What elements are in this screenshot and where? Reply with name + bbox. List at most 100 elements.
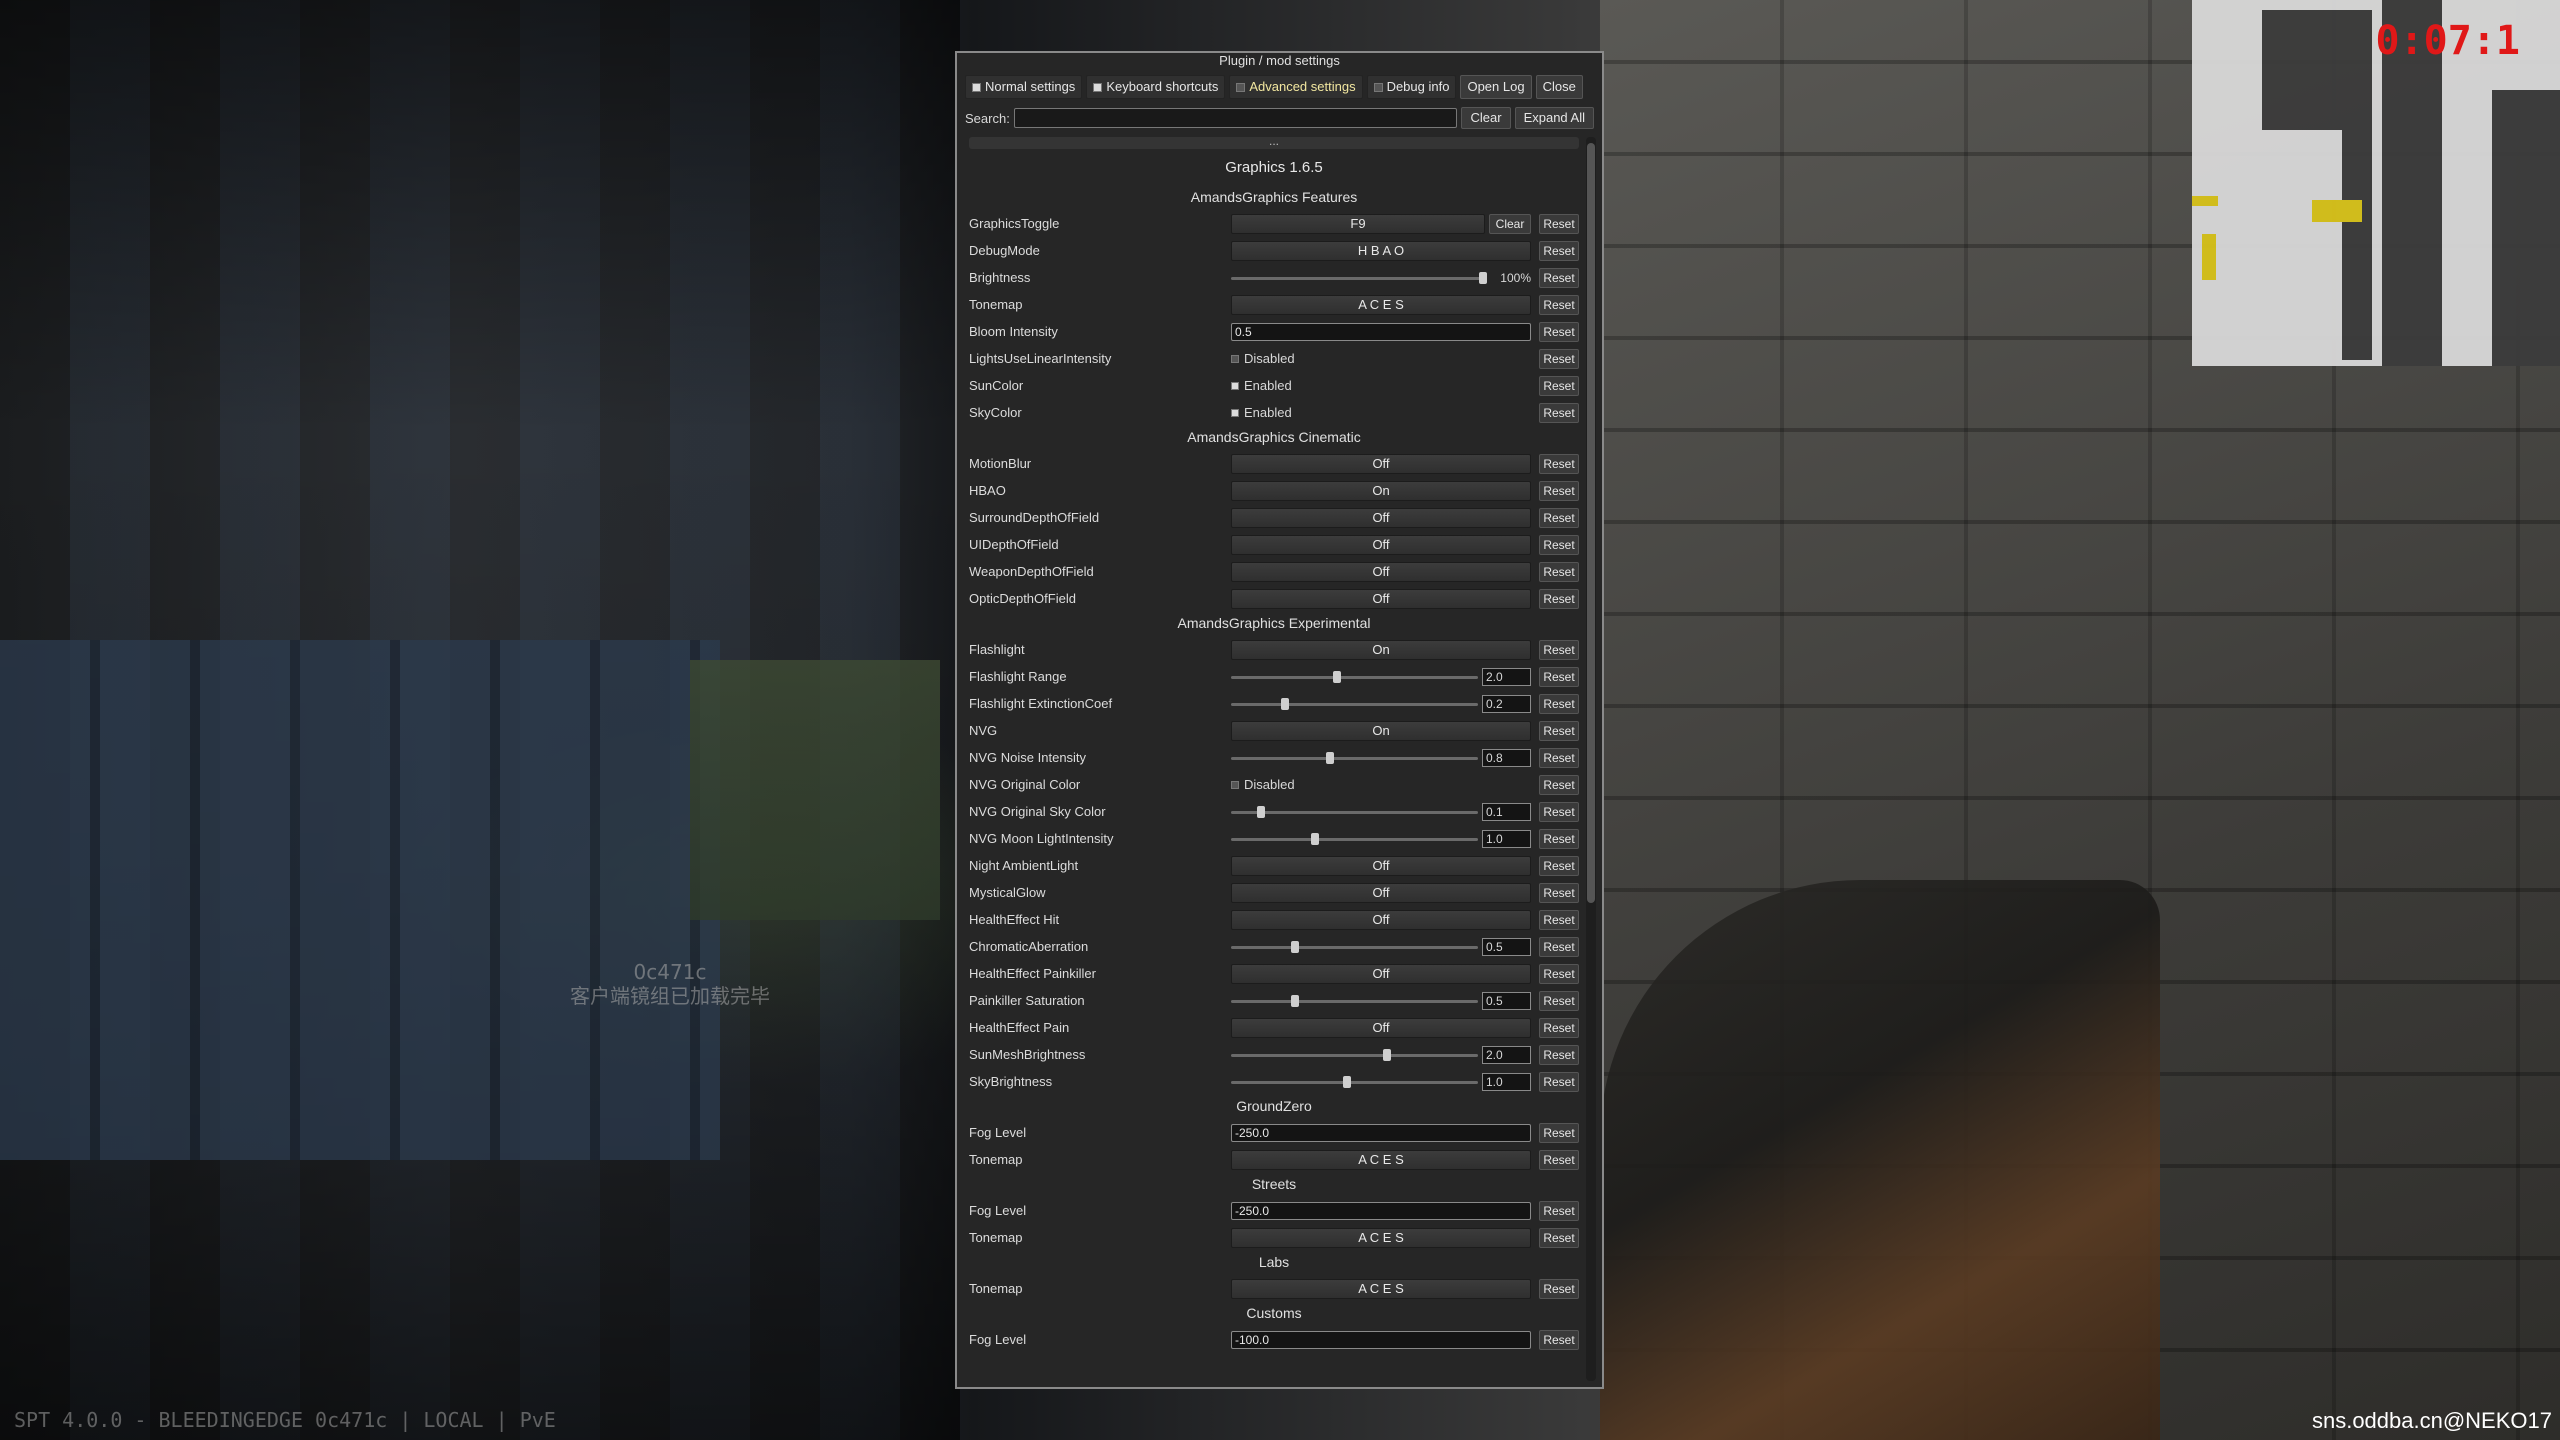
search-clear-button[interactable]: Clear <box>1461 107 1511 129</box>
setting-dropdown[interactable]: On <box>1231 720 1531 741</box>
reset-button[interactable]: Reset <box>1539 1122 1579 1143</box>
slider-handle[interactable] <box>1325 751 1334 764</box>
setting-slider[interactable] <box>1231 939 1478 955</box>
setting-dropdown[interactable]: Off <box>1231 453 1531 474</box>
setting-dropdown[interactable]: Off <box>1231 882 1531 903</box>
reset-button[interactable]: Reset <box>1539 1329 1579 1350</box>
slider-handle[interactable] <box>1333 670 1342 683</box>
slider-handle[interactable] <box>1281 697 1290 710</box>
reset-button[interactable]: Reset <box>1539 990 1579 1011</box>
tab-normal-settings[interactable]: Normal settings <box>965 75 1083 99</box>
slider-handle[interactable] <box>1256 805 1265 818</box>
reset-button[interactable]: Reset <box>1539 1017 1579 1038</box>
setting-slider[interactable] <box>1231 1047 1478 1063</box>
slider-value-input[interactable]: 0.5 <box>1482 937 1531 956</box>
reset-button[interactable]: Reset <box>1539 1044 1579 1065</box>
expand-all-button[interactable]: Expand All <box>1514 107 1594 129</box>
tab-keyboard-shortcuts[interactable]: Keyboard shortcuts <box>1086 75 1226 99</box>
reset-button[interactable]: Reset <box>1539 639 1579 660</box>
reset-button[interactable]: Reset <box>1539 882 1579 903</box>
reset-button[interactable]: Reset <box>1539 294 1579 315</box>
setting-text-input[interactable]: -100.0 <box>1231 1330 1531 1349</box>
setting-dropdown[interactable]: Off <box>1231 588 1531 609</box>
setting-dropdown[interactable]: A C E S <box>1231 1278 1531 1299</box>
reset-button[interactable]: Reset <box>1539 801 1579 822</box>
slider-value-input[interactable]: 0.1 <box>1482 802 1531 821</box>
reset-button[interactable]: Reset <box>1539 963 1579 984</box>
reset-button[interactable]: Reset <box>1539 267 1579 288</box>
close-button[interactable]: Close <box>1535 75 1583 99</box>
reset-button[interactable]: Reset <box>1539 534 1579 555</box>
slider-value-input[interactable]: 2.0 <box>1482 1045 1531 1064</box>
setting-dropdown[interactable]: H B A O <box>1231 240 1531 261</box>
setting-slider[interactable] <box>1231 804 1478 820</box>
reset-button[interactable]: Reset <box>1539 402 1579 423</box>
open-log-button[interactable]: Open Log <box>1460 75 1532 99</box>
reset-button[interactable]: Reset <box>1539 1227 1579 1248</box>
tab-debug-info[interactable]: Debug info <box>1366 75 1457 99</box>
reset-button[interactable]: Reset <box>1539 348 1579 369</box>
setting-slider[interactable] <box>1231 696 1478 712</box>
setting-dropdown[interactable]: On <box>1231 480 1531 501</box>
reset-button[interactable]: Reset <box>1539 240 1579 261</box>
setting-checkbox[interactable]: Enabled <box>1231 378 1531 393</box>
tab-advanced-settings[interactable]: Advanced settings <box>1229 75 1363 99</box>
setting-checkbox[interactable]: Enabled <box>1231 405 1531 420</box>
slider-value-input[interactable]: 1.0 <box>1482 829 1531 848</box>
reset-button[interactable]: Reset <box>1539 480 1579 501</box>
setting-dropdown[interactable]: A C E S <box>1231 1227 1531 1248</box>
slider-handle[interactable] <box>1310 832 1319 845</box>
setting-dropdown[interactable]: Off <box>1231 855 1531 876</box>
collapse-bar[interactable]: ... <box>969 135 1579 149</box>
reset-button[interactable]: Reset <box>1539 693 1579 714</box>
setting-dropdown[interactable]: Off <box>1231 1017 1531 1038</box>
reset-button[interactable]: Reset <box>1539 909 1579 930</box>
reset-button[interactable]: Reset <box>1539 1278 1579 1299</box>
setting-slider[interactable] <box>1231 993 1478 1009</box>
slider-value-input[interactable]: 1.0 <box>1482 1072 1531 1091</box>
reset-button[interactable]: Reset <box>1539 1200 1579 1221</box>
reset-button[interactable]: Reset <box>1539 321 1579 342</box>
reset-button[interactable]: Reset <box>1539 1149 1579 1170</box>
reset-button[interactable]: Reset <box>1539 774 1579 795</box>
keybind-button[interactable]: F9 <box>1231 213 1485 234</box>
reset-button[interactable]: Reset <box>1539 213 1579 234</box>
slider-value-input[interactable]: 2.0 <box>1482 667 1531 686</box>
setting-slider[interactable] <box>1231 669 1478 685</box>
setting-dropdown[interactable]: A C E S <box>1231 294 1531 315</box>
reset-button[interactable]: Reset <box>1539 936 1579 957</box>
setting-text-input[interactable]: -250.0 <box>1231 1201 1531 1220</box>
slider-handle[interactable] <box>1479 271 1487 284</box>
setting-text-input[interactable]: -250.0 <box>1231 1123 1531 1142</box>
setting-dropdown[interactable]: Off <box>1231 963 1531 984</box>
setting-text-input[interactable]: 0.5 <box>1231 322 1531 341</box>
setting-dropdown[interactable]: A C E S <box>1231 1149 1531 1170</box>
scrollbar[interactable] <box>1586 137 1596 1381</box>
slider-value-input[interactable]: 0.8 <box>1482 748 1531 767</box>
slider-handle[interactable] <box>1291 994 1300 1007</box>
setting-slider[interactable] <box>1231 270 1487 286</box>
setting-dropdown[interactable]: Off <box>1231 909 1531 930</box>
slider-handle[interactable] <box>1343 1075 1352 1088</box>
setting-dropdown[interactable]: Off <box>1231 507 1531 528</box>
reset-button[interactable]: Reset <box>1539 747 1579 768</box>
slider-handle[interactable] <box>1382 1048 1391 1061</box>
setting-dropdown[interactable]: Off <box>1231 561 1531 582</box>
reset-button[interactable]: Reset <box>1539 588 1579 609</box>
setting-dropdown[interactable]: On <box>1231 639 1531 660</box>
keybind-clear-button[interactable]: Clear <box>1489 213 1531 234</box>
slider-value-input[interactable]: 0.5 <box>1482 991 1531 1010</box>
reset-button[interactable]: Reset <box>1539 720 1579 741</box>
reset-button[interactable]: Reset <box>1539 828 1579 849</box>
reset-button[interactable]: Reset <box>1539 1071 1579 1092</box>
slider-value-input[interactable]: 0.2 <box>1482 694 1531 713</box>
reset-button[interactable]: Reset <box>1539 375 1579 396</box>
setting-slider[interactable] <box>1231 1074 1478 1090</box>
setting-dropdown[interactable]: Off <box>1231 534 1531 555</box>
reset-button[interactable]: Reset <box>1539 561 1579 582</box>
reset-button[interactable]: Reset <box>1539 507 1579 528</box>
search-input[interactable] <box>1013 108 1458 128</box>
slider-handle[interactable] <box>1291 940 1300 953</box>
reset-button[interactable]: Reset <box>1539 666 1579 687</box>
setting-slider[interactable] <box>1231 750 1478 766</box>
